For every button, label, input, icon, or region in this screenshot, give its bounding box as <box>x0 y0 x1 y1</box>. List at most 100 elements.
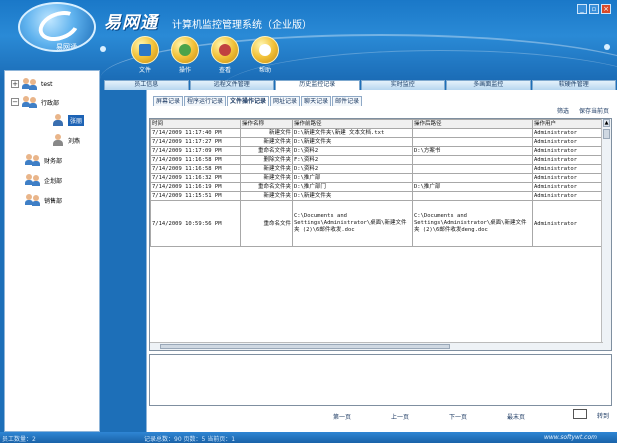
cell-user: Administrator <box>532 182 604 192</box>
tree-node-dept-sales[interactable]: 销售部 <box>25 193 62 207</box>
table-row[interactable]: 7/14/2009 11:16:32 PM 新建文件夹 D:\推广部 Admin… <box>150 173 604 183</box>
tab-file-operation-records[interactable]: 文件操作记录 <box>227 96 270 106</box>
cell-before-path: D:\新建文件夹 <box>292 137 413 147</box>
tree-root-label: test <box>41 80 53 88</box>
first-page-button[interactable]: 第一页 <box>333 412 351 421</box>
cell-before-path: D:\资料2 <box>292 146 413 156</box>
record-summary: 记录总数：90 页数：5 当前页：1 <box>144 436 236 443</box>
file-operation-table: 时间 操作名称 操作前路径 操作后路径 操作用户 7/14/2009 11:17… <box>150 119 604 247</box>
column-header[interactable]: 时间 <box>150 119 241 129</box>
tab-mail-records[interactable]: 邮件记录 <box>332 96 363 106</box>
column-header[interactable]: 操作前路径 <box>292 119 413 129</box>
record-detail-pane <box>149 354 612 406</box>
cell-time: 7/14/2009 11:17:09 PM <box>150 146 241 156</box>
page-number-input[interactable] <box>573 409 587 419</box>
cell-operation: 新建文件夹 <box>240 173 293 183</box>
table-row[interactable]: 7/14/2009 11:17:40 PM 新建文件 D:\新建文件夹\新建 文… <box>150 128 604 138</box>
cell-operation: 重命名文件 <box>240 200 293 247</box>
cell-time: 7/14/2009 11:16:32 PM <box>150 173 241 183</box>
cell-operation: 新建文件 <box>240 128 293 138</box>
logo-subtitle: 易网通 <box>56 43 77 51</box>
tab-program-records[interactable]: 程序运行记录 <box>184 96 227 106</box>
group-icon <box>25 153 41 167</box>
cell-operation: 新建文件夹 <box>240 137 293 147</box>
cell-user: Administrator <box>532 128 604 138</box>
tab-history-records[interactable]: 历史监控记录 <box>275 80 360 90</box>
tree-dept-label: 销售部 <box>44 197 63 205</box>
cell-before-path: D:\推广部 <box>292 173 413 183</box>
scroll-up-icon[interactable]: ▲ <box>603 119 610 127</box>
expand-icon[interactable]: + <box>11 80 19 88</box>
toolbar-help-label: 帮助 <box>258 67 271 74</box>
table-row[interactable]: 7/14/2009 11:17:09 PM 重命名文件夹 D:\资料2 D:\方… <box>150 146 604 156</box>
cell-after-path: D:\方案书 <box>412 146 533 156</box>
tree-node-dept-finance[interactable]: 财务部 <box>25 153 62 167</box>
cell-user: Administrator <box>532 191 604 201</box>
maximize-button[interactable]: ▫ <box>589 4 599 14</box>
user-offline-icon <box>51 133 65 147</box>
cell-operation: 新建文件夹 <box>240 191 293 201</box>
minimize-button[interactable]: _ <box>577 4 587 14</box>
column-header[interactable]: 操作名称 <box>240 119 293 129</box>
table-row[interactable]: 7/14/2009 10:59:56 PM 重命名文件 C:\Documents… <box>150 200 604 247</box>
table-row[interactable]: 7/14/2009 11:17:27 PM 新建文件夹 D:\新建文件夹 Adm… <box>150 137 604 147</box>
toolbar-file-button[interactable]: 文件 <box>128 36 162 74</box>
header-decoration <box>100 46 106 52</box>
tree-dept-label: 财务部 <box>44 157 63 165</box>
scroll-thumb[interactable] <box>603 129 610 139</box>
tab-remote-files[interactable]: 远程文件管理 <box>189 80 274 90</box>
table-row[interactable]: 7/14/2009 11:16:58 PM 删除文件夹 F:\资料2 Admin… <box>150 155 604 165</box>
tree-node-dept-admin[interactable]: − 行政部 <box>11 95 59 109</box>
tab-employee-info[interactable]: 员工信息 <box>104 80 189 90</box>
horizontal-scrollbar[interactable] <box>150 342 603 350</box>
cell-after-path <box>412 191 533 201</box>
tab-realtime-monitor[interactable]: 实时监控 <box>360 80 445 90</box>
tab-hardware-software[interactable]: 软硬件管理 <box>531 80 616 90</box>
tree-dept-label: 企划部 <box>44 177 63 185</box>
cell-operation: 重命名文件夹 <box>240 182 293 192</box>
table-row[interactable]: 7/14/2009 11:15:51 PM 新建文件夹 D:\新建文件夹 Adm… <box>150 191 604 201</box>
toolbar-file-label: 文件 <box>138 67 151 74</box>
close-button[interactable]: × <box>601 4 611 14</box>
brand-name: 易网通 <box>104 13 158 33</box>
window-controls: _ ▫ × <box>577 4 611 14</box>
toolbar-operation-button[interactable]: 操作 <box>168 36 202 74</box>
scroll-thumb[interactable] <box>160 344 450 349</box>
tree-member-label: 张丽 <box>68 114 85 126</box>
tab-chat-records[interactable]: 聊天记录 <box>301 96 332 106</box>
vertical-scrollbar[interactable]: ▲ <box>601 119 611 350</box>
tab-url-records[interactable]: 网址记录 <box>270 96 301 106</box>
module-tabs: 员工信息 远程文件管理 历史监控记录 实时监控 多画面监控 软硬件管理 <box>104 80 617 90</box>
goto-page-button[interactable]: 转到 <box>597 411 609 420</box>
tab-multi-screen[interactable]: 多画面监控 <box>446 80 531 90</box>
group-icon <box>22 77 38 91</box>
table-row[interactable]: 7/14/2009 11:16:19 PM 重命名文件夹 D:\推广部门 D:\… <box>150 182 604 192</box>
cell-time: 7/14/2009 11:17:27 PM <box>150 137 241 147</box>
tree-node-dept-planning[interactable]: 企划部 <box>25 173 62 187</box>
collapse-icon[interactable]: − <box>11 98 19 106</box>
toolbar-view-label: 查看 <box>218 67 231 74</box>
group-icon <box>25 193 41 207</box>
last-page-button[interactable]: 最末页 <box>507 412 525 421</box>
prev-page-button[interactable]: 上一页 <box>391 412 409 421</box>
view-icon <box>211 36 239 64</box>
group-icon <box>22 95 38 109</box>
next-page-button[interactable]: 下一页 <box>449 412 467 421</box>
tab-screen-records[interactable]: 屏幕记录 <box>153 96 184 106</box>
filter-link[interactable]: 筛选 <box>557 106 569 115</box>
record-type-tabs: 屏幕记录 程序运行记录 文件操作记录 网址记录 聊天记录 邮件记录 <box>153 96 363 106</box>
org-tree: + test − 行政部 张丽 刘燕 财务部 企划部 销售部 <box>4 70 100 432</box>
cell-after-path <box>412 137 533 147</box>
tree-node-root[interactable]: + test <box>11 77 53 91</box>
tree-node-member-zhangli[interactable]: 张丽 <box>51 113 85 127</box>
column-header[interactable]: 操作后路径 <box>412 119 533 129</box>
app-title: 计算机监控管理系统（企业版） <box>172 20 312 31</box>
table-row[interactable]: 7/14/2009 11:16:58 PM 新建文件夹 D:\资料2 Admin… <box>150 164 604 174</box>
toolbar-view-button[interactable]: 查看 <box>208 36 242 74</box>
tree-node-member-liuyan[interactable]: 刘燕 <box>51 133 80 147</box>
cell-after-path <box>412 164 533 174</box>
group-icon <box>25 173 41 187</box>
toolbar-help-button[interactable]: 帮助 <box>248 36 282 74</box>
save-page-link[interactable]: 保存当前页 <box>579 106 609 115</box>
column-header[interactable]: 操作用户 <box>532 119 604 129</box>
